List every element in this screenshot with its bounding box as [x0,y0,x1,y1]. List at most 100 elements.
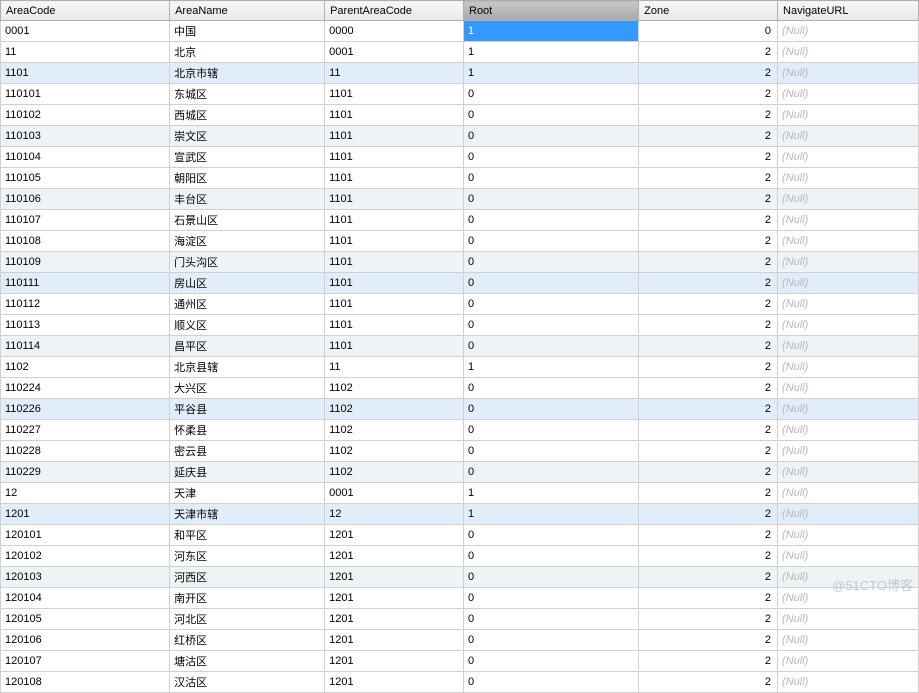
cell-ParentAreaCode[interactable]: 1201 [325,609,464,630]
cell-AreaCode[interactable]: 120105 [1,609,170,630]
cell-AreaName[interactable]: 顺义区 [170,315,325,336]
grid-body[interactable]: 0001中国000010(Null)11北京000112(Null)1101北京… [1,21,919,693]
cell-NavigateURL[interactable]: (Null) [778,126,919,147]
cell-Zone[interactable]: 2 [639,441,778,462]
cell-AreaCode[interactable]: 120108 [1,672,170,693]
cell-ParentAreaCode[interactable]: 1101 [325,252,464,273]
cell-Root[interactable]: 0 [464,168,639,189]
cell-ParentAreaCode[interactable]: 1101 [325,126,464,147]
cell-NavigateURL[interactable]: (Null) [778,231,919,252]
cell-AreaCode[interactable]: 120106 [1,630,170,651]
column-header-NavigateURL[interactable]: NavigateURL [778,1,919,21]
cell-Root[interactable]: 0 [464,630,639,651]
cell-ParentAreaCode[interactable]: 1201 [325,672,464,693]
cell-AreaName[interactable]: 东城区 [170,84,325,105]
cell-ParentAreaCode[interactable]: 1201 [325,588,464,609]
cell-Root[interactable]: 0 [464,273,639,294]
cell-AreaName[interactable]: 宣武区 [170,147,325,168]
column-header-Root[interactable]: Root [464,1,639,21]
table-row[interactable]: 110112通州区110102(Null) [1,294,919,315]
cell-Root[interactable]: 1 [464,357,639,378]
cell-NavigateURL[interactable]: (Null) [778,189,919,210]
cell-AreaName[interactable]: 河北区 [170,609,325,630]
cell-Zone[interactable]: 2 [639,525,778,546]
cell-Zone[interactable]: 2 [639,315,778,336]
cell-AreaCode[interactable]: 110224 [1,378,170,399]
cell-Zone[interactable]: 2 [639,63,778,84]
cell-ParentAreaCode[interactable]: 1102 [325,420,464,441]
cell-NavigateURL[interactable]: (Null) [778,147,919,168]
cell-NavigateURL[interactable]: (Null) [778,210,919,231]
cell-Root[interactable]: 0 [464,525,639,546]
cell-Zone[interactable]: 2 [639,651,778,672]
cell-Root[interactable]: 0 [464,252,639,273]
cell-AreaName[interactable]: 天津 [170,483,325,504]
table-row[interactable]: 110228密云县110202(Null) [1,441,919,462]
cell-AreaCode[interactable]: 120104 [1,588,170,609]
cell-AreaName[interactable]: 塘沽区 [170,651,325,672]
cell-ParentAreaCode[interactable]: 1201 [325,546,464,567]
cell-Zone[interactable]: 2 [639,630,778,651]
table-row[interactable]: 110107石景山区110102(Null) [1,210,919,231]
cell-AreaName[interactable]: 石景山区 [170,210,325,231]
cell-AreaName[interactable]: 朝阳区 [170,168,325,189]
cell-Root[interactable]: 0 [464,567,639,588]
cell-Zone[interactable]: 2 [639,567,778,588]
cell-AreaName[interactable]: 海淀区 [170,231,325,252]
cell-AreaCode[interactable]: 110104 [1,147,170,168]
cell-ParentAreaCode[interactable]: 1101 [325,84,464,105]
cell-NavigateURL[interactable]: (Null) [778,42,919,63]
cell-Zone[interactable]: 2 [639,336,778,357]
cell-Zone[interactable]: 2 [639,147,778,168]
cell-AreaName[interactable]: 南开区 [170,588,325,609]
cell-AreaName[interactable]: 怀柔县 [170,420,325,441]
cell-NavigateURL[interactable]: (Null) [778,672,919,693]
cell-NavigateURL[interactable]: (Null) [778,168,919,189]
cell-AreaCode[interactable]: 1102 [1,357,170,378]
cell-AreaCode[interactable]: 110229 [1,462,170,483]
cell-AreaCode[interactable]: 110111 [1,273,170,294]
cell-ParentAreaCode[interactable]: 1201 [325,525,464,546]
cell-AreaName[interactable]: 北京市辖 [170,63,325,84]
cell-Zone[interactable]: 2 [639,168,778,189]
cell-Root[interactable]: 1 [464,504,639,525]
cell-Zone[interactable]: 2 [639,273,778,294]
cell-Root[interactable]: 0 [464,651,639,672]
table-row[interactable]: 110103崇文区110102(Null) [1,126,919,147]
cell-Zone[interactable]: 2 [639,420,778,441]
table-row[interactable]: 110109门头沟区110102(Null) [1,252,919,273]
table-row[interactable]: 110108海淀区110102(Null) [1,231,919,252]
cell-ParentAreaCode[interactable]: 12 [325,504,464,525]
cell-Zone[interactable]: 2 [639,105,778,126]
table-row[interactable]: 11北京000112(Null) [1,42,919,63]
cell-AreaCode[interactable]: 110101 [1,84,170,105]
cell-Root[interactable]: 0 [464,378,639,399]
cell-NavigateURL[interactable]: (Null) [778,399,919,420]
table-row[interactable]: 1102北京县辖1112(Null) [1,357,919,378]
cell-NavigateURL[interactable]: (Null) [778,483,919,504]
cell-Zone[interactable]: 2 [639,609,778,630]
cell-Zone[interactable]: 2 [639,126,778,147]
cell-NavigateURL[interactable]: (Null) [778,357,919,378]
cell-NavigateURL[interactable]: (Null) [778,273,919,294]
cell-Root[interactable]: 0 [464,126,639,147]
cell-AreaName[interactable]: 密云县 [170,441,325,462]
cell-ParentAreaCode[interactable]: 1101 [325,315,464,336]
table-row[interactable]: 110224大兴区110202(Null) [1,378,919,399]
table-row[interactable]: 1101北京市辖1112(Null) [1,63,919,84]
cell-Root[interactable]: 0 [464,315,639,336]
cell-NavigateURL[interactable]: (Null) [778,84,919,105]
cell-ParentAreaCode[interactable]: 1101 [325,168,464,189]
cell-AreaName[interactable]: 平谷县 [170,399,325,420]
cell-AreaCode[interactable]: 120107 [1,651,170,672]
cell-Root[interactable]: 0 [464,189,639,210]
cell-AreaCode[interactable]: 1201 [1,504,170,525]
table-row[interactable]: 120104南开区120102(Null) [1,588,919,609]
table-row[interactable]: 120101和平区120102(Null) [1,525,919,546]
table-row[interactable]: 120103河西区120102(Null) [1,567,919,588]
cell-Zone[interactable]: 2 [639,588,778,609]
cell-AreaCode[interactable]: 110112 [1,294,170,315]
cell-AreaName[interactable]: 汉沽区 [170,672,325,693]
column-header-ParentAreaCode[interactable]: ParentAreaCode [325,1,464,21]
cell-ParentAreaCode[interactable]: 11 [325,63,464,84]
